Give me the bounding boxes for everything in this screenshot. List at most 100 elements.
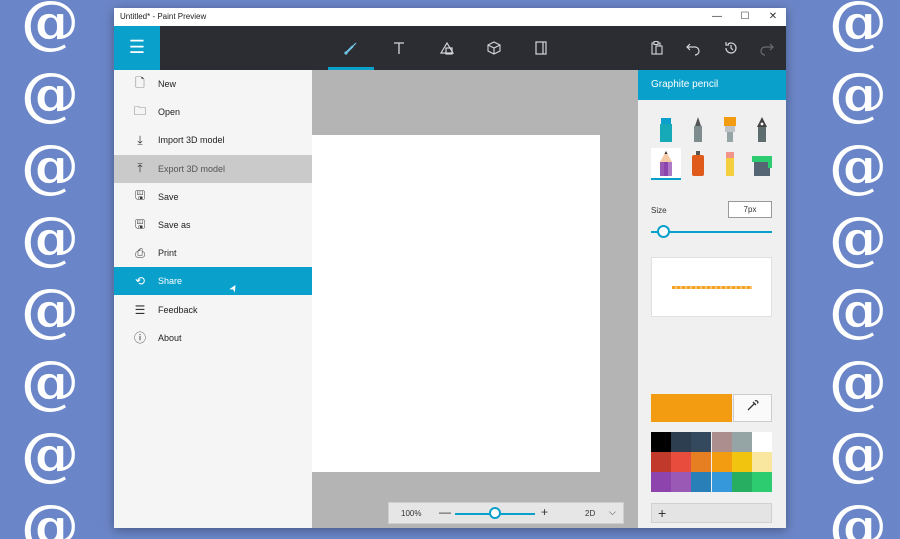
swirl-logo-icon: @ (829, 348, 887, 416)
color-swatch[interactable] (691, 472, 712, 492)
color-swatch[interactable] (731, 472, 752, 492)
chevron-down-icon[interactable]: ⌵ (609, 507, 616, 518)
2d-shapes-icon (439, 41, 455, 55)
brush-panel: Graphite pencil Size 7px + (638, 70, 786, 528)
menu-item-share[interactable]: ⟲ Share ➤ (114, 267, 312, 296)
oil-brush-button[interactable] (715, 114, 745, 146)
menu-item-save-as[interactable]: 🖫 Save as (114, 211, 312, 239)
menu-item-print[interactable]: ⎙ Print (114, 239, 312, 267)
color-swatch[interactable] (691, 452, 712, 472)
menu-item-new[interactable]: 🗋 New (114, 70, 312, 98)
folder-icon: 🗀 (133, 103, 146, 118)
eyedropper-icon (747, 400, 758, 411)
marker-button[interactable] (651, 114, 681, 146)
swirl-logo-icon: @ (829, 420, 887, 488)
canvas-tool[interactable] (518, 26, 564, 70)
color-swatch[interactable] (731, 432, 752, 452)
add-color-button[interactable]: + (651, 503, 772, 523)
spray-can-icon (692, 151, 704, 176)
swirl-logo-icon: @ (21, 0, 79, 56)
size-label: Size (651, 206, 667, 215)
size-input[interactable]: 7px (728, 201, 772, 218)
menu-item-label: Export 3D model (158, 163, 226, 174)
watercolor-button[interactable] (747, 114, 777, 146)
canvas-workspace: 100% — + 2D ⌵ (312, 70, 638, 528)
color-palette (651, 432, 772, 492)
paste-icon (651, 41, 663, 55)
zoom-bar: 100% — + 2D ⌵ (388, 502, 624, 524)
fill-button[interactable] (747, 148, 777, 180)
eyedropper-button[interactable] (733, 394, 772, 422)
color-swatch[interactable] (752, 472, 772, 492)
menu-item-export-3d[interactable]: ⤒ Export 3D model (114, 154, 312, 183)
new-file-icon: 🗋 (135, 75, 145, 90)
swirl-logo-icon: @ (829, 492, 887, 539)
zoom-slider-thumb[interactable] (489, 507, 501, 519)
swirl-logo-icon: @ (829, 60, 887, 128)
zoom-out-button[interactable]: — (439, 505, 451, 519)
color-swatch[interactable] (671, 452, 692, 472)
color-swatch[interactable] (711, 452, 732, 472)
menu-item-label: Share (158, 276, 183, 287)
preview-stroke (672, 286, 752, 289)
menu-item-label: Feedback (158, 304, 198, 315)
color-swatch[interactable] (651, 432, 671, 452)
color-swatch[interactable] (711, 432, 732, 452)
history-icon (725, 42, 737, 54)
color-swatch[interactable] (752, 432, 772, 452)
minimize-button[interactable]: — (706, 10, 728, 24)
color-swatch[interactable] (651, 472, 671, 492)
close-button[interactable]: ✕ (762, 10, 784, 24)
swirl-logo-icon: @ (829, 276, 887, 344)
brushes-tool[interactable] (328, 26, 374, 70)
2d-shapes-tool[interactable] (424, 26, 470, 70)
feedback-icon: ☰ (134, 302, 146, 317)
zoom-value: 100% (401, 509, 422, 518)
menu-item-save[interactable]: 🖫 Save (114, 183, 312, 211)
color-swatch[interactable] (691, 432, 712, 452)
color-swatch[interactable] (711, 472, 732, 492)
color-swatch[interactable] (671, 432, 692, 452)
brush-preview (651, 257, 772, 317)
fill-bucket-icon (752, 156, 772, 176)
menu-item-open[interactable]: 🗀 Open (114, 98, 312, 126)
menu-item-label: Save as (158, 220, 191, 230)
drawing-canvas[interactable] (312, 135, 600, 472)
color-swatch[interactable] (752, 452, 772, 472)
canvas-icon (535, 41, 547, 55)
view-mode-select[interactable]: 2D (585, 509, 595, 518)
text-tool[interactable] (376, 26, 422, 70)
color-swatch[interactable] (651, 452, 671, 472)
undo-icon (686, 43, 700, 56)
color-swatch[interactable] (671, 472, 692, 492)
menu-item-label: New (158, 79, 177, 89)
menu-item-feedback[interactable]: ☰ Feedback (114, 296, 312, 324)
menu-item-label: Open (158, 107, 181, 118)
swirl-logo-icon: @ (829, 0, 887, 56)
3d-objects-tool[interactable] (471, 26, 517, 70)
menu-item-about[interactable]: ⓘ About (114, 324, 312, 352)
oil-brush-icon (724, 117, 736, 142)
menu-item-import-3d[interactable]: ⤓ Import 3D model (114, 126, 312, 154)
save-as-icon: 🖫 (134, 216, 146, 231)
brush-icon (344, 42, 357, 55)
spray-can-button[interactable] (683, 148, 713, 180)
import-icon: ⤓ (137, 132, 143, 147)
zoom-in-button[interactable]: + (541, 505, 548, 519)
calligraphy-pen-button[interactable] (683, 114, 713, 146)
color-swatch[interactable] (731, 452, 752, 472)
menu-item-label: About (158, 332, 182, 343)
size-slider-thumb[interactable] (657, 225, 670, 238)
save-icon: 🖫 (134, 188, 146, 203)
crayon-button[interactable] (715, 148, 745, 180)
marker-icon (660, 118, 672, 142)
mouse-cursor-icon: ➤ (227, 282, 242, 296)
redo-button[interactable] (744, 26, 786, 70)
main-toolbar: ☰ (114, 26, 786, 70)
maximize-button[interactable]: ☐ (734, 10, 756, 24)
pencil-button[interactable] (651, 148, 681, 180)
hamburger-menu-button[interactable]: ☰ (114, 26, 160, 70)
menu-item-label: Save (158, 191, 179, 202)
current-color-swatch[interactable] (651, 394, 732, 422)
share-icon: ⟲ (134, 274, 146, 289)
